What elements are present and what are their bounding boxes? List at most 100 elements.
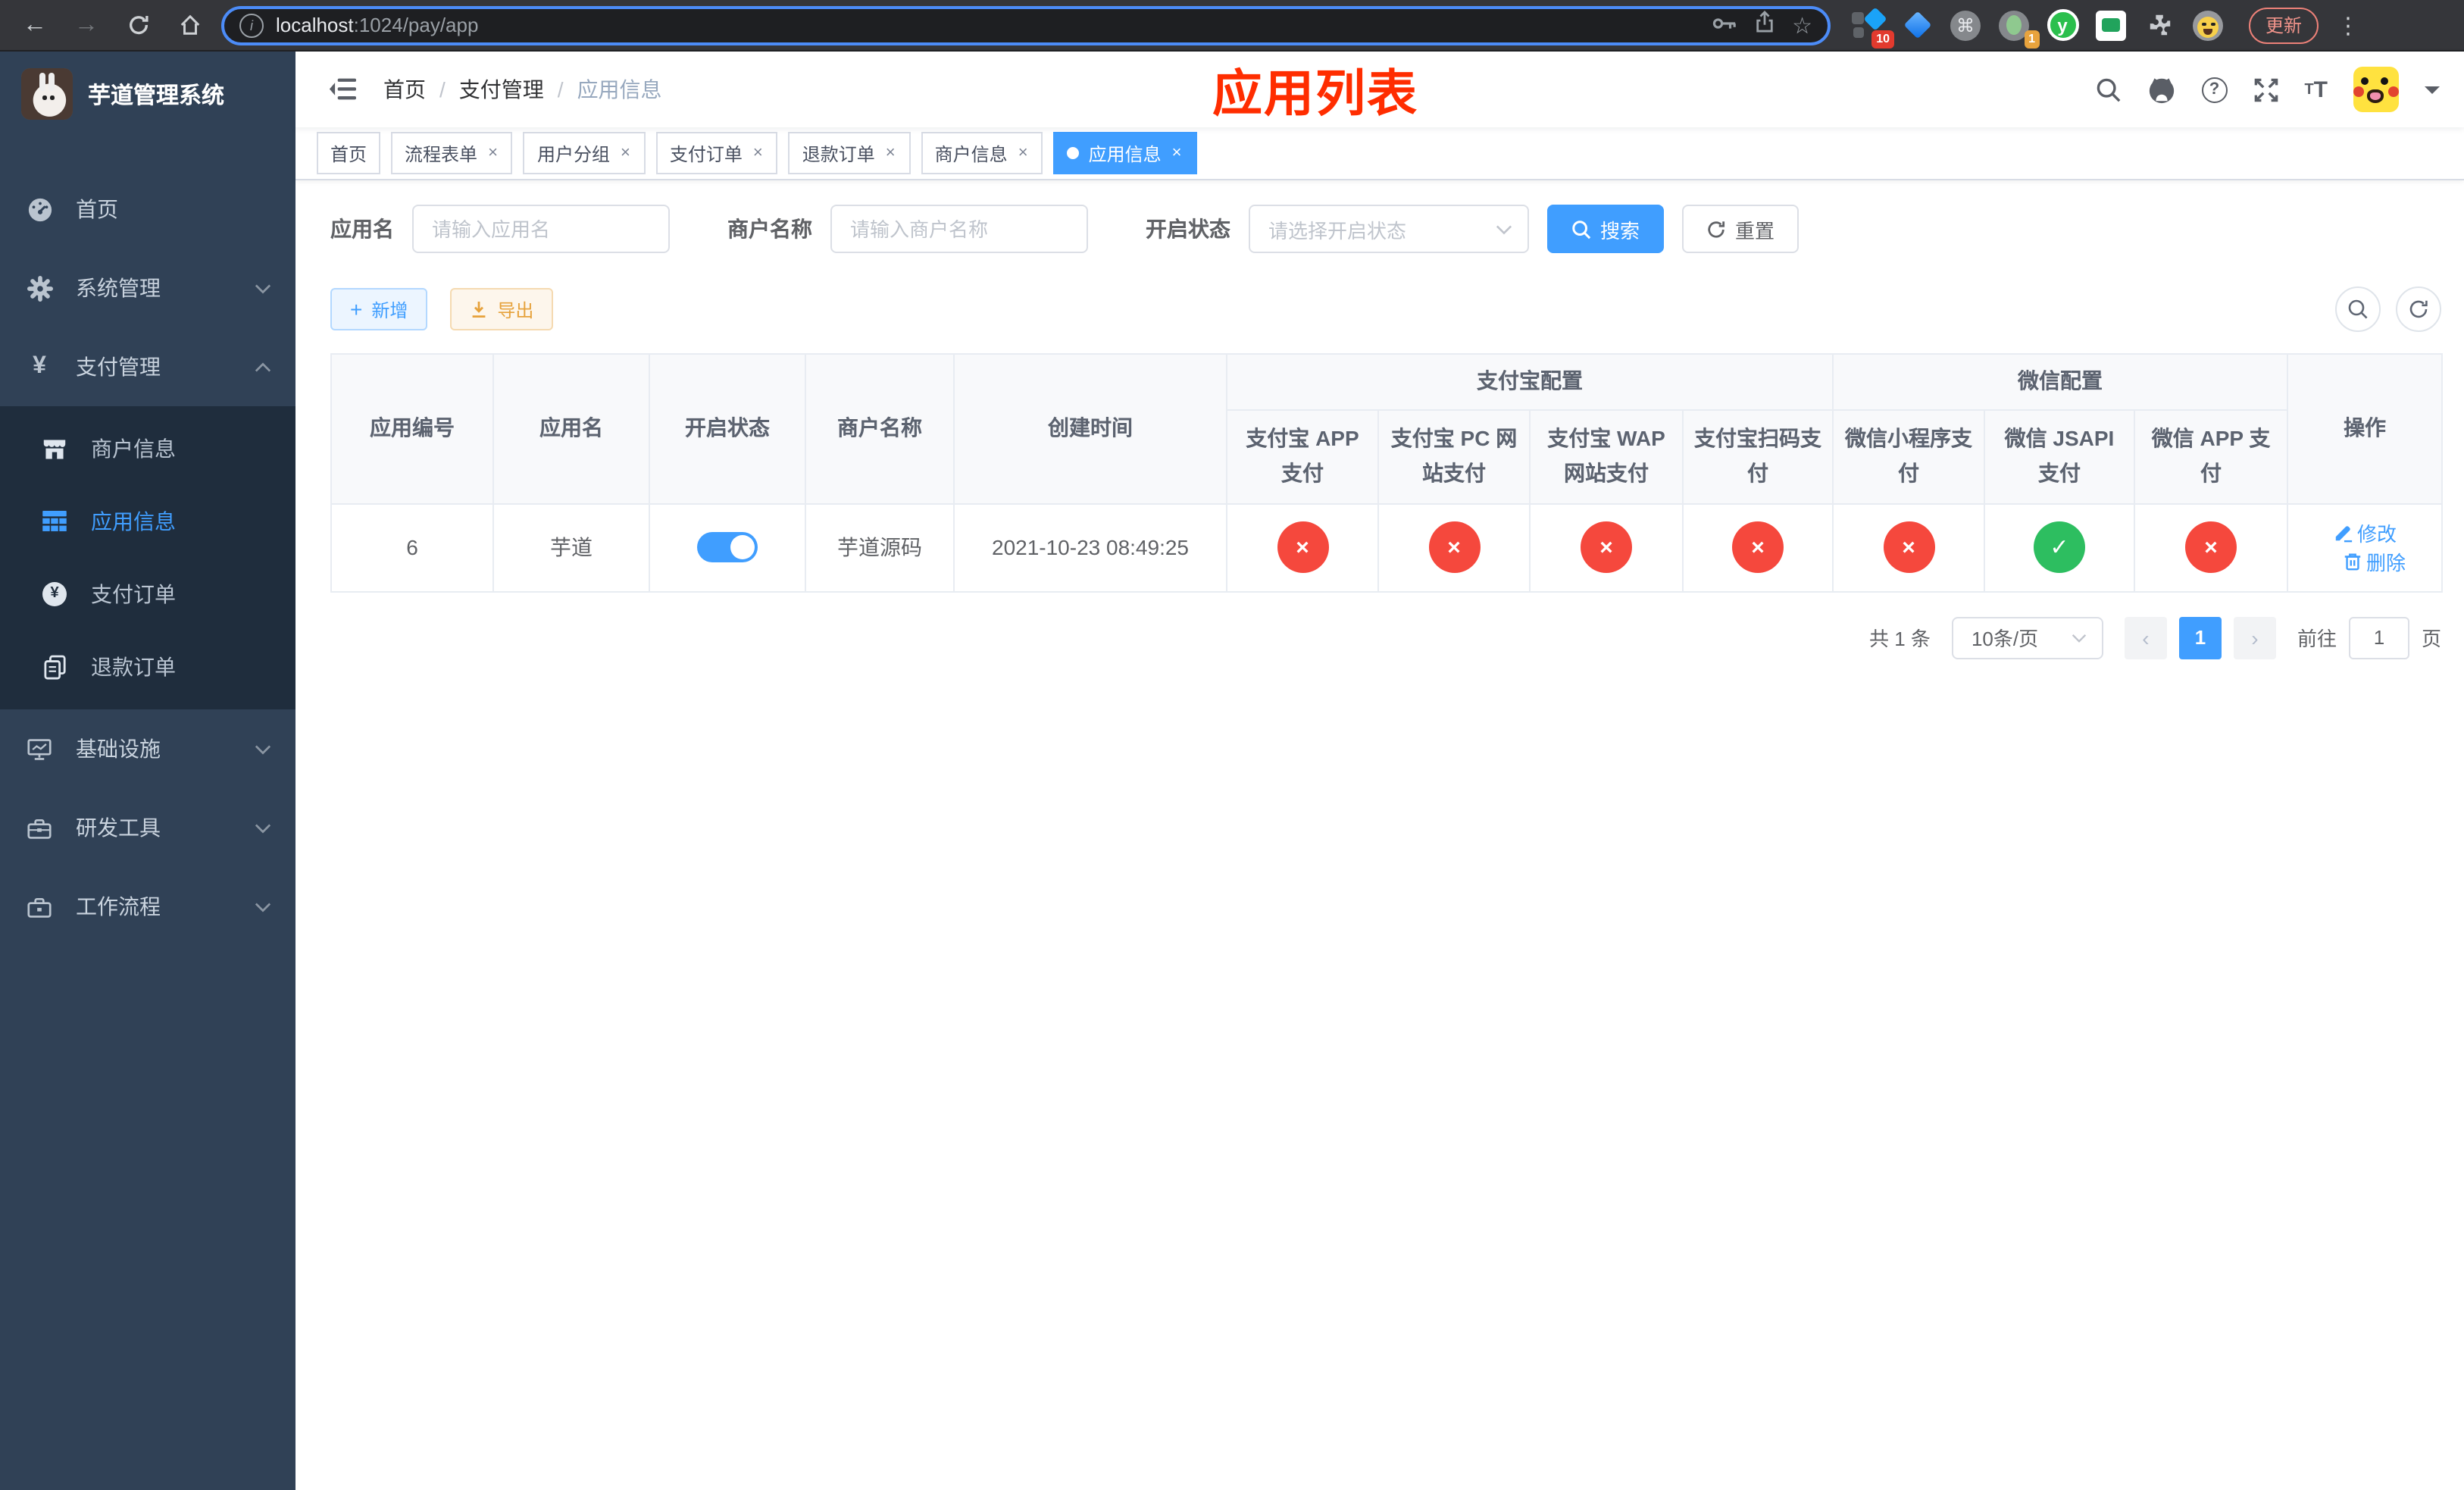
next-page-button[interactable]: ›: [2233, 616, 2276, 659]
sidebar-subitem-refund-order[interactable]: 退款订单: [0, 631, 295, 703]
close-icon[interactable]: ×: [1017, 144, 1030, 162]
tab-home[interactable]: 首页: [317, 132, 381, 174]
refresh-button[interactable]: [2396, 286, 2441, 332]
extension-blue-diamond-icon[interactable]: 10: [1852, 6, 1894, 48]
sidebar-item-label: 基础设施: [76, 737, 161, 761]
status-select[interactable]: 请选择开启状态: [1249, 205, 1529, 253]
extension-badge: 10: [1871, 30, 1894, 48]
sidebar-item-workflow[interactable]: 工作流程: [0, 867, 295, 946]
breadcrumb: 首页 / 支付管理 / 应用信息: [383, 74, 662, 105]
table-toolbar: + 新增 导出: [330, 286, 2441, 332]
group-wechat-config: 微信配置: [1831, 353, 2289, 411]
page-number-1[interactable]: 1: [2178, 616, 2222, 659]
close-icon[interactable]: ×: [752, 144, 765, 162]
col-actions: 操作: [2287, 353, 2444, 505]
col-wechat-mini: 微信小程序支付: [1832, 408, 1985, 505]
extension-y-icon[interactable]: y: [2046, 8, 2079, 42]
briefcase-icon: [24, 895, 55, 918]
export-button[interactable]: 导出: [450, 288, 554, 330]
tab-user-group[interactable]: 用户分组 ×: [523, 132, 646, 174]
reload-icon[interactable]: [118, 5, 158, 45]
tab-refund-order[interactable]: 退款订单 ×: [788, 132, 911, 174]
prev-page-button[interactable]: ‹: [2124, 616, 2167, 659]
sidebar-item-label: 系统管理: [76, 276, 161, 300]
close-icon[interactable]: ×: [1171, 144, 1184, 162]
github-icon[interactable]: [2147, 75, 2175, 104]
goto-label: 前往: [2297, 628, 2337, 651]
tab-pay-order[interactable]: 支付订单 ×: [655, 132, 778, 174]
close-icon[interactable]: ×: [884, 144, 897, 162]
chrome-update-button[interactable]: 更新: [2249, 7, 2319, 43]
user-avatar[interactable]: [2353, 67, 2399, 112]
sidebar-subitem-merchant-info[interactable]: 商户信息: [0, 412, 295, 485]
add-button[interactable]: + 新增: [330, 288, 428, 330]
browser-menu-icon[interactable]: ⋮: [2337, 11, 2359, 39]
col-alipay-wap: 支付宝 WAP 网站支付: [1529, 408, 1684, 505]
close-icon[interactable]: ×: [486, 144, 499, 162]
sidebar-subitem-label: 退款订单: [91, 655, 176, 679]
tags-view: 首页 流程表单 × 用户分组 × 支付订单 × 退款订单 × 商户信息 × 应用信息 ×: [295, 127, 2464, 180]
sidebar-item-infra[interactable]: 基础设施: [0, 709, 295, 788]
font-size-icon[interactable]: TT: [2304, 77, 2328, 102]
monitor-icon: [24, 737, 55, 760]
pencil-icon: [2334, 526, 2352, 543]
col-app-name: 应用名: [492, 353, 650, 505]
site-info-icon[interactable]: i: [239, 13, 264, 37]
page-size-select[interactable]: 10条/页: [1951, 616, 2103, 659]
extensions-puzzle-icon[interactable]: [2143, 8, 2176, 42]
fullscreen-icon[interactable]: [2253, 77, 2278, 102]
extension-command-icon[interactable]: ⌘: [1949, 8, 1982, 42]
edit-link[interactable]: 修改: [2333, 519, 2397, 548]
breadcrumb-pay[interactable]: 支付管理: [459, 74, 544, 105]
search-icon[interactable]: [2095, 77, 2121, 102]
app-name-label: 应用名: [330, 217, 394, 241]
enabled-switch[interactable]: [697, 532, 758, 563]
chevron-down-icon: [255, 283, 271, 293]
tab-process-form[interactable]: 流程表单 ×: [391, 132, 513, 174]
sidebar-item-pay[interactable]: ¥ 支付管理: [0, 327, 295, 406]
breadcrumb-home[interactable]: 首页: [383, 74, 426, 105]
sidebar: 芋道管理系统 首页 系统管理 ¥ 支付管理 商户信息 应用信息 ¥ 支付订单 退…: [0, 52, 295, 1490]
sidebar-subitem-pay-order[interactable]: ¥ 支付订单: [0, 558, 295, 631]
share-icon[interactable]: [1754, 10, 1774, 40]
password-key-icon[interactable]: [1712, 11, 1736, 39]
sidebar-item-system[interactable]: 系统管理: [0, 249, 295, 327]
extension-chat-icon[interactable]: [2094, 8, 2128, 42]
home-icon[interactable]: [170, 5, 209, 45]
extension-recorder-icon[interactable]: 1: [1997, 8, 2040, 48]
hide-search-button[interactable]: [2335, 286, 2381, 332]
sidebar-item-label: 工作流程: [76, 894, 161, 919]
col-created: 创建时间: [953, 353, 1227, 505]
search-button[interactable]: 搜索: [1547, 205, 1665, 253]
avatar-caret-icon[interactable]: [2425, 86, 2440, 101]
back-icon[interactable]: ←: [15, 5, 55, 45]
app-name-input[interactable]: [412, 205, 670, 253]
help-icon[interactable]: ?: [2201, 77, 2228, 102]
tab-merchant-info[interactable]: 商户信息 ×: [921, 132, 1043, 174]
forward-icon[interactable]: →: [67, 5, 106, 45]
group-alipay-config: 支付宝配置: [1226, 353, 1834, 411]
sidebar-collapse-icon[interactable]: [320, 77, 365, 102]
yen-circle-icon: ¥: [39, 582, 70, 606]
address-bar[interactable]: i localhost:1024/pay/app ☆: [221, 5, 1831, 45]
search-form: 应用名 商户名称 开启状态 请选择开启状态 搜索: [330, 205, 2464, 253]
delete-link[interactable]: 删除: [2342, 548, 2406, 577]
bookmark-star-icon[interactable]: ☆: [1792, 11, 1812, 39]
sidebar-item-home[interactable]: 首页: [0, 170, 295, 249]
documents-icon: [39, 654, 70, 680]
extension-gem-icon[interactable]: [1900, 8, 1934, 42]
goto-page-input[interactable]: [2348, 616, 2409, 659]
app-table: 应用编号 应用名 开启状态 商户名称 创建时间 支付宝配置 微信配置 操作 支付…: [330, 353, 2444, 593]
reset-button[interactable]: 重置: [1682, 205, 1800, 253]
sidebar-logo[interactable]: 芋道管理系统: [0, 52, 295, 136]
profile-avatar-icon[interactable]: [2191, 8, 2225, 42]
sidebar-subitem-app-info[interactable]: 应用信息: [0, 485, 295, 558]
status-alipay-qr-icon: ×: [1732, 521, 1784, 574]
tab-app-info[interactable]: 应用信息 ×: [1053, 132, 1197, 174]
cell-app-id: 6: [330, 502, 494, 593]
close-icon[interactable]: ×: [619, 144, 632, 162]
sidebar-item-devtools[interactable]: 研发工具: [0, 788, 295, 867]
sidebar-subitem-label: 支付订单: [91, 582, 176, 606]
merchant-name-input[interactable]: [830, 205, 1088, 253]
gear-icon: [24, 275, 55, 301]
